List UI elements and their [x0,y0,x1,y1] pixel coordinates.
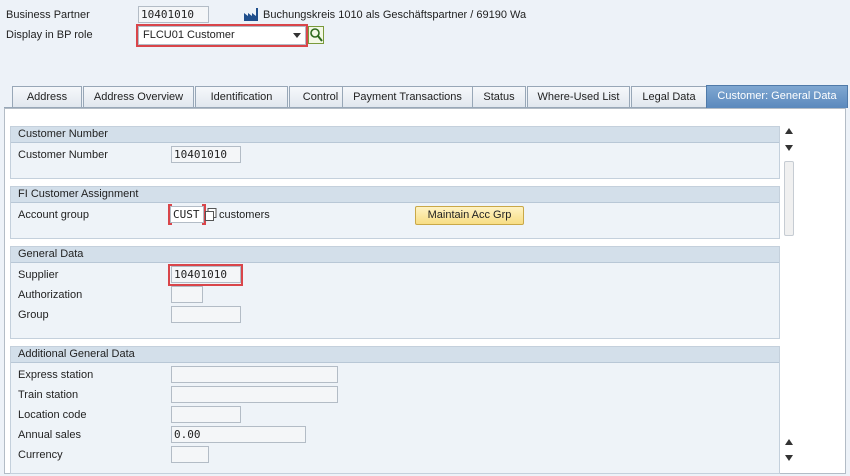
tab-address-overview[interactable]: Address Overview [83,86,194,107]
tab-customer-general-data[interactable]: Customer: General Data [706,85,848,108]
section-title: General Data [18,248,84,260]
account-group-field[interactable]: CUST [170,206,204,223]
section-customer-number: Customer Number [10,126,780,179]
section-header: Customer Number [11,127,779,143]
authorization-label: Authorization [18,289,83,301]
express-station-field[interactable] [171,366,338,383]
business-partner-description: Buchungskreis 1010 als Geschäftspartner … [263,9,527,21]
location-code-field[interactable] [171,406,241,423]
authorization-field[interactable] [171,286,203,303]
role-row-background [0,26,850,46]
business-partner-field[interactable]: 10401010 [138,6,209,23]
tab-label: Customer: General Data [717,90,837,102]
annual-sales-field[interactable]: 0.00 [171,426,306,443]
customer-number-field[interactable]: 10401010 [171,146,241,163]
section-general-data: General Data [10,246,780,339]
section-additional-general-data: Additional General Data [10,346,780,474]
train-station-field[interactable] [171,386,338,403]
role-search-icon[interactable] [308,26,324,44]
supplier-label: Supplier [18,269,59,281]
section-title: Additional General Data [18,348,135,360]
tab-label: Address [26,91,68,103]
section-title: FI Customer Assignment [18,188,139,200]
location-code-label: Location code [18,409,87,421]
scroll-up-arrow-icon[interactable] [785,439,793,445]
tab-where-used-list[interactable]: Where-Used List [527,86,630,107]
account-group-label: Account group [18,209,89,221]
factory-icon [244,8,258,21]
annual-sales-label: Annual sales [18,429,81,441]
express-station-label: Express station [18,369,94,381]
section-fi-customer-assignment: FI Customer Assignment [10,186,780,239]
scroll-down-arrow-icon[interactable] [785,455,793,461]
tab-label: Identification [210,91,273,103]
tab-status[interactable]: Status [472,86,526,107]
tab-label: Status [483,91,515,103]
section-header: FI Customer Assignment [11,187,779,203]
tab-label: Where-Used List [537,91,620,103]
business-partner-label: Business Partner [6,9,90,21]
role-label: Display in BP role [6,29,93,41]
tab-label: Address Overview [93,91,184,103]
scroll-up-arrow-icon[interactable] [785,128,793,134]
customer-number-label: Customer Number [18,149,108,161]
section-title: Customer Number [18,128,108,140]
vertical-scrollbar[interactable] [782,125,796,465]
tab-legal-data[interactable]: Legal Data [631,86,707,107]
tab-label: Payment Transactions [353,91,462,103]
supplier-highlight [168,264,243,286]
scroll-thumb[interactable] [784,161,794,236]
train-station-label: Train station [18,389,79,401]
section-header: General Data [11,247,779,263]
copy-icon[interactable] [205,208,217,221]
account-group-bracket-left [168,204,172,225]
account-group-description: customers [219,209,270,221]
currency-label: Currency [18,449,63,461]
group-label: Group [18,309,49,321]
tab-label: Control [302,91,339,103]
tab-address[interactable]: Address [12,86,82,107]
tab-payment-transactions[interactable]: Payment Transactions [342,86,473,107]
tab-identification[interactable]: Identification [195,86,288,107]
scroll-down-arrow-icon[interactable] [785,145,793,151]
currency-field[interactable] [171,446,209,463]
maintain-acc-grp-button[interactable]: Maintain Acc Grp [415,206,524,225]
group-field[interactable] [171,306,241,323]
section-header: Additional General Data [11,347,779,363]
tab-label: Legal Data [642,91,696,103]
role-highlight [136,24,308,47]
